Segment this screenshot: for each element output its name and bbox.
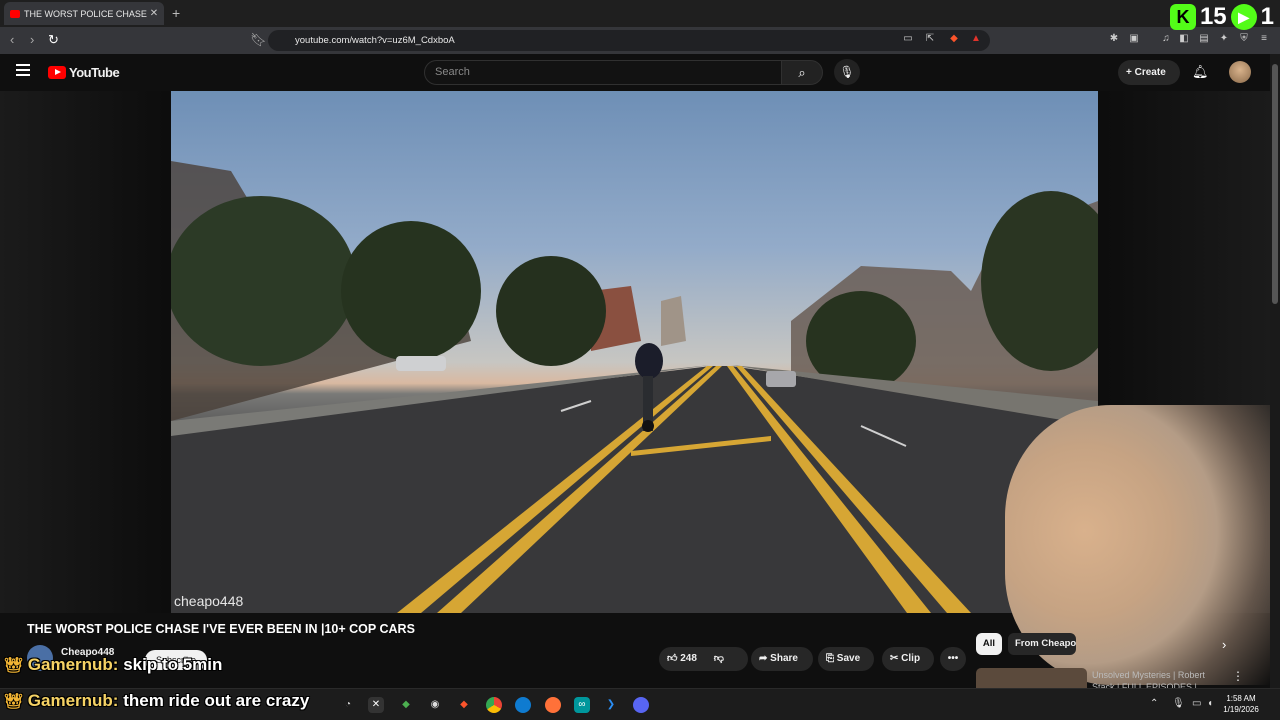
browser-toolbar: ‹ › ↻ 🔖︎ youtube.com/watch?v=uz6M_CdxboA… [0,27,1280,54]
screenshot-icon[interactable]: ▣ [1128,33,1140,45]
share-page-icon[interactable]: ⇱ [924,33,936,45]
tray-chevron-icon[interactable]: ⌃ [1150,698,1158,709]
youtube-logo-text: YouTube [69,65,120,80]
search-icon: ⌕ [798,65,806,80]
chat-message: 👑︎ Gamernub: them ride out are crazy [4,691,309,711]
browser-tab-bar: THE WORST POLICE CHASE I' ✕ + [0,0,1280,27]
clock-time: 1:58 AM [1226,694,1256,703]
dislike-icon[interactable]: 👎︎ [714,653,724,664]
edge-icon[interactable] [515,697,531,713]
chat-text: them ride out are crazy [123,691,310,710]
recommended-more-icon[interactable]: ⋮ [1232,669,1244,683]
video-frame [171,161,1098,613]
crown-icon: 👑︎ [4,693,24,710]
create-label: Create [1134,67,1166,78]
vscode-icon[interactable]: ❯ [603,697,619,713]
tab-title: THE WORST POLICE CHASE I' [24,8,148,19]
obs-icon[interactable]: ◉ [427,697,443,713]
tab-youtube[interactable]: THE WORST POLICE CHASE I' ✕ [4,2,164,25]
clock-date: 1/19/2026 [1223,705,1259,714]
more-actions-button[interactable]: ••• [940,647,966,671]
crown-icon: 👑︎ [4,657,24,674]
save-label: Save [836,653,861,664]
youtube-logo[interactable]: YouTube [48,65,120,80]
microphone-icon: 🎙︎ [839,65,855,79]
share-button[interactable]: ➦ Share [751,647,813,671]
leo-ai-icon[interactable]: ✦ [1218,33,1230,45]
brave-icon[interactable]: ◆ [456,697,472,713]
browser-menu-icon[interactable]: ≡ [1258,33,1270,45]
chevron-right-icon[interactable]: › [1222,637,1226,652]
bookmark-save-icon: ⎘ [826,653,834,664]
video-title: THE WORST POLICE CHASE I'VE EVER BEEN IN… [27,622,415,636]
chat-username: Gamernub: [27,691,119,710]
cast-icon[interactable]: ▭ [902,33,914,45]
scrollbar-thumb[interactable] [1272,64,1278,304]
create-button[interactable]: + Create [1118,60,1180,85]
brave-rewards-icon[interactable]: ▲ [970,33,982,45]
user-avatar[interactable] [1229,61,1251,83]
save-button[interactable]: ⎘ Save [818,647,874,671]
vpn-icon[interactable]: ⛨ [1238,33,1250,45]
app-icon-green[interactable]: ◆ [398,697,414,713]
chat-text: skip to 5min [123,655,223,674]
like-icon[interactable]: 👍︎ [667,653,677,664]
clip-label: Clip [901,653,921,664]
bookmark-icon[interactable]: 🔖︎ [250,32,267,48]
secondary-count: 1 [1260,3,1274,30]
arduino-icon[interactable]: ∞ [574,697,590,713]
youtube-header: YouTube Search ⌕ 🎙︎ + Create 🔔︎ [0,54,1280,91]
page-scrollbar[interactable] [1270,54,1280,688]
share-icon: ➦ [759,653,768,664]
system-clock[interactable]: 1:58 AM 1/19/2026 [1222,693,1260,715]
back-icon[interactable]: ‹ [10,32,14,47]
recommended-video-thumbnail[interactable] [976,668,1087,688]
voice-search-button[interactable]: 🎙︎ [834,59,860,85]
notifications-bell-icon[interactable]: 🔔︎ [1192,64,1209,80]
video-player[interactable] [171,91,1098,613]
viewer-count: 15 [1199,3,1227,30]
tab-close-button[interactable]: ✕ [148,8,160,19]
scissors-icon: ✂ [890,653,899,664]
new-tab-button[interactable]: + [172,5,180,21]
discord-icon[interactable] [633,697,649,713]
share-label: Share [770,653,798,664]
search-input[interactable]: Search [424,60,782,85]
stream-overlay-counter: K 15 ▶ 1 [1169,3,1274,31]
clip-button[interactable]: ✂ Clip [882,647,934,671]
clock-app-icon[interactable]: ◔ [340,697,356,713]
music-icon[interactable]: ♫ [1160,33,1172,45]
wallet-icon[interactable]: ▤ [1198,33,1210,45]
chip-all[interactable]: All [976,633,1002,655]
search-button[interactable]: ⌕ [781,60,823,85]
sidebar-icon[interactable]: ◧ [1178,33,1190,45]
capcut-icon[interactable]: ✕ [368,697,384,713]
hamburger-menu-icon[interactable] [16,64,30,76]
brave-shield-icon[interactable]: ◆ [948,33,960,45]
youtube-play-icon [48,66,66,79]
tray-volume-icon[interactable]: ◖ [1207,698,1213,709]
chat-username: Gamernub: [27,655,119,674]
firefox-icon[interactable] [545,697,561,713]
kick-logo-icon: K [1169,4,1196,30]
tray-mic-icon[interactable]: 🎙︎ [1172,698,1185,709]
like-dislike-group: 👍︎ 248 👎︎ [659,647,748,671]
reload-icon[interactable]: ↻ [48,32,59,48]
tray-network-icon[interactable]: ▭ [1192,698,1201,709]
forward-icon[interactable]: › [30,32,34,47]
play-logo-icon: ▶ [1230,4,1257,30]
youtube-favicon-icon [10,9,20,18]
chip-from-channel[interactable]: From Cheapo448 [1008,633,1076,655]
like-count[interactable]: 248 [680,653,697,664]
video-watermark: cheapo448 [174,593,244,609]
chrome-icon[interactable] [486,697,502,713]
extensions-icon[interactable]: ✱ [1108,33,1120,45]
chat-message: 👑︎ Gamernub: skip to 5min [4,655,222,675]
address-bar[interactable]: youtube.com/watch?v=uz6M_CdxboA [268,30,990,51]
